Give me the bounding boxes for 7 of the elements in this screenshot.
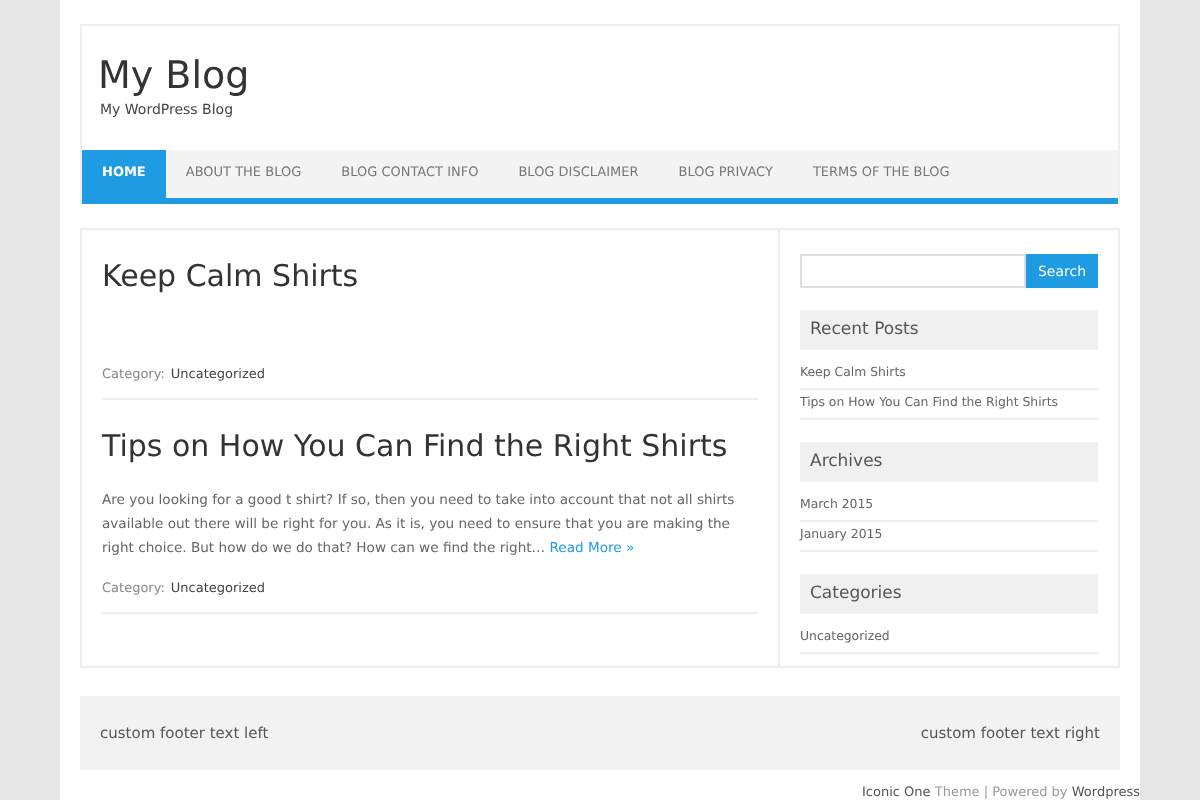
- widget-title: Archives: [800, 442, 1098, 482]
- widget-title: Categories: [800, 574, 1098, 614]
- site-title[interactable]: My Blog: [98, 54, 1102, 98]
- post-title[interactable]: Tips on How You Can Find the Right Shirts: [102, 428, 758, 464]
- search-field[interactable]: [800, 254, 1026, 288]
- widget-title: Recent Posts: [800, 310, 1098, 350]
- post-title[interactable]: Keep Calm Shirts: [102, 258, 758, 294]
